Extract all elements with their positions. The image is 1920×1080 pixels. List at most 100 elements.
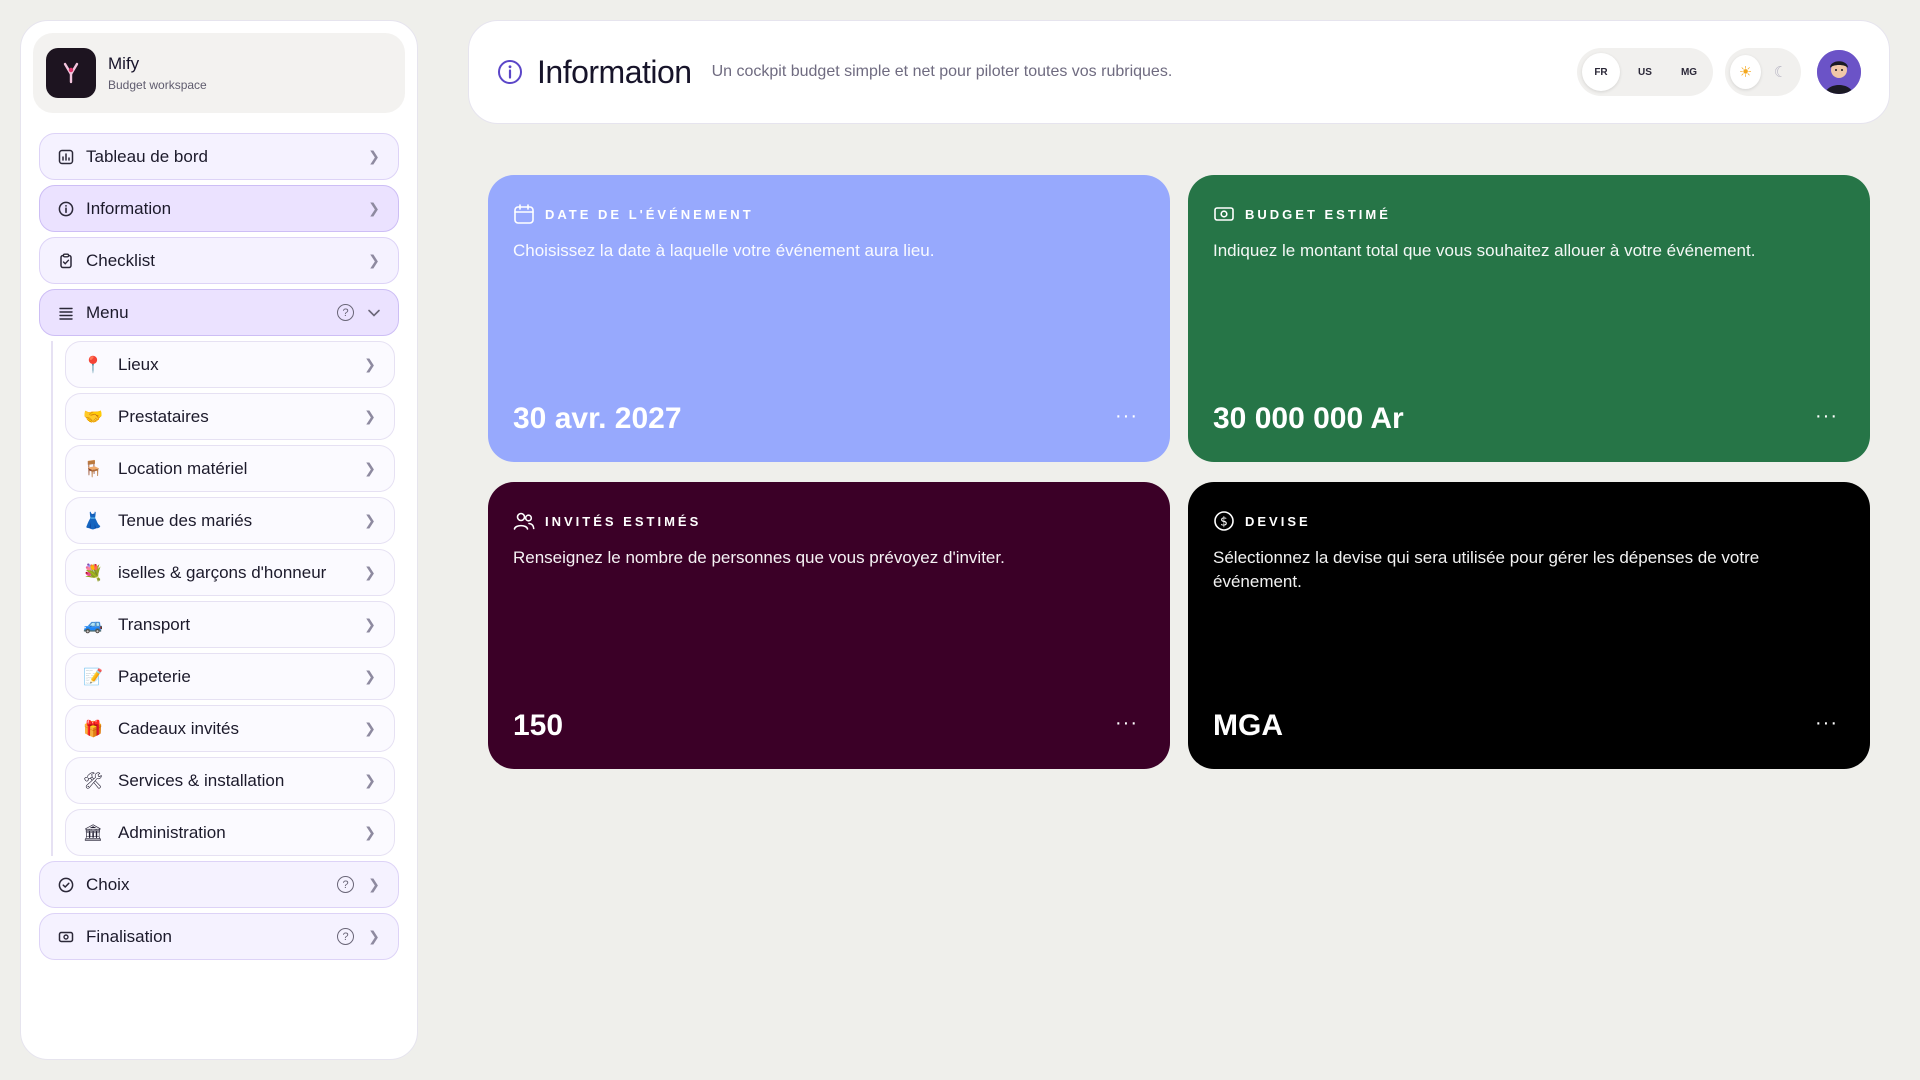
users-icon (513, 512, 535, 530)
handshake-icon: 🤝 (83, 408, 103, 426)
menu-icon (56, 303, 76, 323)
chevron-right-icon: ❯ (368, 200, 380, 216)
sidebar-item-label: Finalisation (86, 926, 172, 946)
more-options-icon[interactable]: ··· (1815, 405, 1838, 428)
card-title: Invités estimés (545, 513, 702, 529)
chevron-right-icon: ❯ (364, 512, 376, 528)
submenu-item-label: Administration (118, 822, 226, 842)
submenu-item-demoiselles-garcons[interactable]: 💐 iselles & garçons d'honneur ❯ (65, 549, 395, 596)
submenu-item-prestataires[interactable]: 🤝 Prestataires ❯ (65, 393, 395, 440)
event-date-card[interactable]: Date de l'événement Choisissez la date à… (488, 175, 1170, 462)
chevron-right-icon: ❯ (364, 824, 376, 840)
submenu-item-label: Cadeaux invités (118, 718, 239, 738)
avatar[interactable] (1817, 50, 1861, 94)
sidebar-item-menu[interactable]: Menu ? (39, 289, 399, 336)
submenu-item-label: Prestataires (118, 406, 209, 426)
sidebar-item-choix[interactable]: Choix ? ❯ (39, 861, 399, 908)
tools-icon: 🛠 (82, 772, 104, 790)
chevron-right-icon: ❯ (368, 148, 380, 164)
help-icon[interactable]: ? (337, 304, 354, 321)
more-options-icon[interactable]: ··· (1115, 712, 1138, 735)
page-title: Information (537, 53, 692, 90)
info-icon (56, 199, 76, 219)
chevron-right-icon: ❯ (364, 460, 376, 476)
dress-icon: 👗 (83, 512, 103, 530)
help-icon[interactable]: ? (337, 876, 354, 893)
chevron-right-icon: ❯ (364, 564, 376, 580)
chevron-right-icon: ❯ (368, 252, 380, 268)
brand-subtitle: Budget workspace (108, 78, 207, 92)
submenu-item-tenue-des-maries[interactable]: 👗 Tenue des mariés ❯ (65, 497, 395, 544)
sidebar-item-label: Tableau de bord (86, 146, 208, 166)
language-mg-button[interactable]: MG (1670, 53, 1708, 91)
info-icon (498, 60, 522, 84)
brand-logo-icon (46, 48, 96, 98)
language-fr-button[interactable]: FR (1582, 53, 1620, 91)
sidebar-item-information[interactable]: Information ❯ (39, 185, 399, 232)
sidebar-item-tableau-de-bord[interactable]: Tableau de bord ❯ (39, 133, 399, 180)
sidebar-item-label: Information (86, 198, 172, 218)
sidebar: Mify Budget workspace Tableau de bord ❯ … (20, 20, 418, 1060)
car-icon: 🚙 (83, 616, 103, 634)
money-icon (56, 927, 76, 947)
chevron-right-icon: ❯ (368, 876, 380, 892)
submenu-item-cadeaux-invites[interactable]: 🎁 Cadeaux invités ❯ (65, 705, 395, 752)
sidebar-item-label: Checklist (86, 250, 155, 270)
submenu-item-label: Papeterie (118, 666, 191, 686)
card-description: Indiquez le montant total que vous souha… (1213, 241, 1756, 260)
dollar-circle-icon: $ (1214, 511, 1234, 531)
sidebar-item-checklist[interactable]: Checklist ❯ (39, 237, 399, 284)
menu-submenu: 📍 Lieux ❯ 🤝 Prestataires ❯ 🪑 Location ma… (51, 341, 399, 856)
language-switcher: FR US MG (1577, 48, 1713, 96)
submenu-item-location-materiel[interactable]: 🪑 Location matériel ❯ (65, 445, 395, 492)
chevron-right-icon: ❯ (364, 772, 376, 788)
more-options-icon[interactable]: ··· (1815, 712, 1838, 735)
estimated-budget-card[interactable]: Budget estimé Indiquez le montant total … (1188, 175, 1870, 462)
submenu-item-label: Tenue des mariés (118, 510, 253, 530)
submenu-item-label: Transport (118, 614, 191, 634)
card-description: Renseignez le nombre de personnes que vo… (513, 548, 1005, 567)
clipboard-icon (56, 251, 76, 271)
language-us-button[interactable]: US (1626, 53, 1664, 91)
more-options-icon[interactable]: ··· (1115, 405, 1138, 428)
submenu-item-label: Services & installation (118, 770, 285, 790)
calendar-icon (514, 204, 534, 224)
svg-text:$: $ (1220, 515, 1228, 529)
chevron-right-icon: ❯ (364, 616, 376, 632)
submenu-item-label: iselles & garçons d'honneur (118, 562, 327, 582)
sidebar-item-label: Menu (86, 302, 129, 322)
bouquet-icon: 💐 (83, 564, 103, 582)
card-title: Devise (1245, 513, 1311, 529)
chevron-right-icon: ❯ (364, 408, 376, 424)
estimated-guests-value: 150 (513, 709, 564, 742)
sidebar-item-finalisation[interactable]: Finalisation ? ❯ (39, 913, 399, 960)
estimated-budget-value: 30 000 000 Ar (1213, 402, 1404, 435)
chevron-right-icon: ❯ (368, 928, 380, 944)
brand-name: Mify (108, 54, 140, 73)
submenu-item-transport[interactable]: 🚙 Transport ❯ (65, 601, 395, 648)
submenu-item-papeterie[interactable]: 📝 Papeterie ❯ (65, 653, 395, 700)
estimated-guests-card[interactable]: Invités estimés Renseignez le nombre de … (488, 482, 1170, 769)
chevron-down-icon (366, 305, 382, 321)
event-date-value: 30 avr. 2027 (513, 402, 682, 435)
card-description: Choisissez la date à laquelle votre évén… (513, 241, 935, 260)
chair-icon: 🪑 (83, 460, 103, 478)
submenu-item-lieux[interactable]: 📍 Lieux ❯ (65, 341, 395, 388)
card-title: Date de l'événement (545, 206, 754, 222)
help-icon[interactable]: ? (337, 928, 354, 945)
sun-icon[interactable]: ☀ (1730, 55, 1761, 89)
page-subtitle: Un cockpit budget simple et net pour pil… (711, 63, 1173, 80)
submenu-item-services-installation[interactable]: 🛠 Services & installation ❯ (65, 757, 395, 804)
theme-toggle[interactable]: ☀ ☾ (1725, 48, 1801, 96)
card-description: Sélectionnez la devise qui sera utilisée… (1213, 548, 1760, 591)
map-pin-icon: 📍 (83, 356, 103, 374)
moon-icon[interactable]: ☾ (1765, 55, 1796, 89)
memo-icon: 📝 (83, 668, 103, 686)
submenu-item-label: Lieux (118, 354, 159, 374)
chevron-right-icon: ❯ (364, 668, 376, 684)
currency-card[interactable]: $ Devise Sélectionnez la devise qui sera… (1188, 482, 1870, 769)
check-circle-icon (56, 875, 76, 895)
page-header: Information Un cockpit budget simple et … (468, 20, 1890, 124)
brand[interactable]: Mify Budget workspace (33, 33, 405, 113)
submenu-item-administration[interactable]: 🏛 Administration ❯ (65, 809, 395, 856)
